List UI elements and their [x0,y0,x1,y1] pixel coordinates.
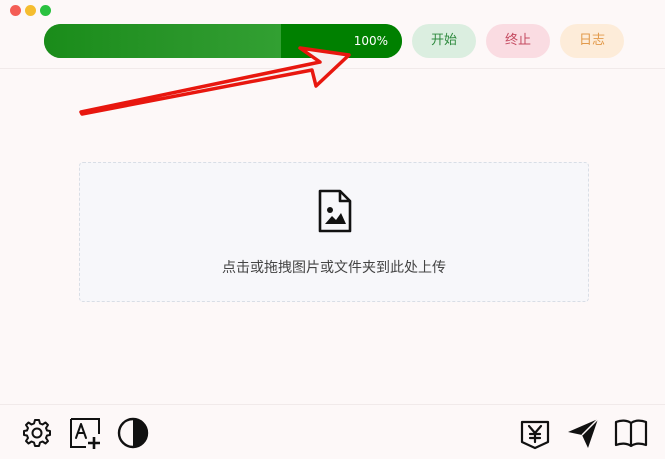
donate-button[interactable] [518,416,552,450]
close-window-button[interactable] [10,5,21,16]
theme-toggle-button[interactable] [116,416,150,450]
log-button[interactable]: 日志 [560,24,624,58]
image-file-icon [318,189,352,233]
font-add-button[interactable] [68,416,102,450]
progress-percent: 100% [353,34,388,48]
progress-fill [44,24,281,58]
window-controls [10,5,51,16]
manual-button[interactable] [614,416,648,450]
bottom-divider [0,404,665,405]
send-icon [568,418,599,448]
gear-icon [23,419,51,447]
dropzone-hint: 点击或拖拽图片或文件夹到此处上传 [222,260,446,276]
upload-dropzone[interactable]: 点击或拖拽图片或文件夹到此处上传 [79,162,589,302]
contrast-icon [117,417,149,449]
yuan-donate-icon [520,420,550,450]
top-divider [0,68,665,69]
start-button[interactable]: 开始 [412,24,476,58]
stop-button[interactable]: 终止 [486,24,550,58]
send-button[interactable] [566,416,600,450]
book-icon [614,419,648,448]
maximize-window-button[interactable] [40,5,51,16]
progress-bar: 100% [44,24,402,58]
settings-button[interactable] [20,416,54,450]
font-add-icon [70,418,100,449]
minimize-window-button[interactable] [25,5,36,16]
